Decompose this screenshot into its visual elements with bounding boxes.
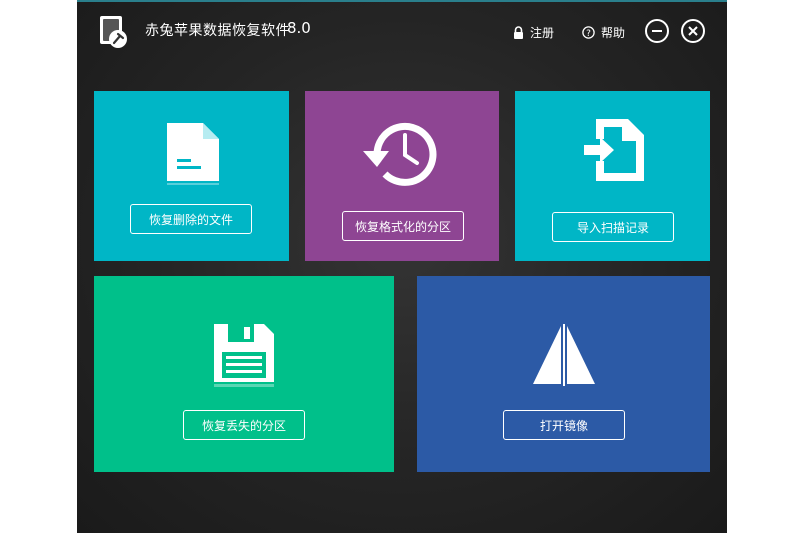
- recover-formatted-partition-label: 恢复格式化的分区: [354, 219, 451, 234]
- svg-text:?: ?: [586, 29, 591, 39]
- app-logo-icon: [100, 16, 127, 48]
- history-clock-icon: [363, 122, 437, 186]
- title-bar[interactable]: 赤兔苹果数据恢复软件 8.0 注册 ? 帮助: [77, 2, 727, 62]
- close-button[interactable]: [681, 19, 705, 43]
- recover-lost-partition-button[interactable]: 恢复丢失的分区: [183, 410, 305, 440]
- help-icon: ?: [582, 26, 595, 39]
- recover-deleted-files-label: 恢复删除的文件: [148, 212, 233, 227]
- close-icon: [688, 26, 698, 36]
- tile-import-scan-record[interactable]: 导入扫描记录: [515, 91, 710, 261]
- app-title: 赤兔苹果数据恢复软件: [145, 23, 290, 39]
- import-scan-record-button[interactable]: 导入扫描记录: [552, 212, 674, 242]
- tile-open-image[interactable]: 打开镜像: [417, 276, 710, 472]
- minimize-icon: [652, 30, 662, 32]
- register-label: 注册: [530, 26, 555, 40]
- register-link[interactable]: 注册: [513, 24, 554, 41]
- recover-formatted-partition-button[interactable]: 恢复格式化的分区: [342, 211, 464, 241]
- help-label: 帮助: [601, 26, 626, 40]
- floppy-disk-icon: [214, 324, 274, 387]
- app-version: 8.0: [287, 19, 311, 37]
- minimize-button[interactable]: [645, 19, 669, 43]
- recover-deleted-files-button[interactable]: 恢复删除的文件: [130, 204, 252, 234]
- help-link[interactable]: ? 帮助: [582, 24, 625, 41]
- document-icon: [167, 123, 219, 185]
- recover-lost-partition-label: 恢复丢失的分区: [201, 418, 286, 433]
- open-image-button[interactable]: 打开镜像: [503, 410, 625, 440]
- import-file-icon: [584, 119, 644, 181]
- lock-icon: [514, 26, 523, 39]
- app-window: 赤兔苹果数据恢复软件 8.0 注册 ? 帮助 恢复删除的文件 恢复格式化的分区 …: [77, 0, 727, 533]
- open-image-label: 打开镜像: [539, 418, 588, 433]
- import-scan-record-label: 导入扫描记录: [576, 220, 649, 235]
- sail-icon: [533, 324, 595, 386]
- tile-recover-lost-partition[interactable]: 恢复丢失的分区: [94, 276, 394, 472]
- tile-recover-formatted-partition[interactable]: 恢复格式化的分区: [305, 91, 499, 261]
- tile-recover-deleted-files[interactable]: 恢复删除的文件: [94, 91, 289, 261]
